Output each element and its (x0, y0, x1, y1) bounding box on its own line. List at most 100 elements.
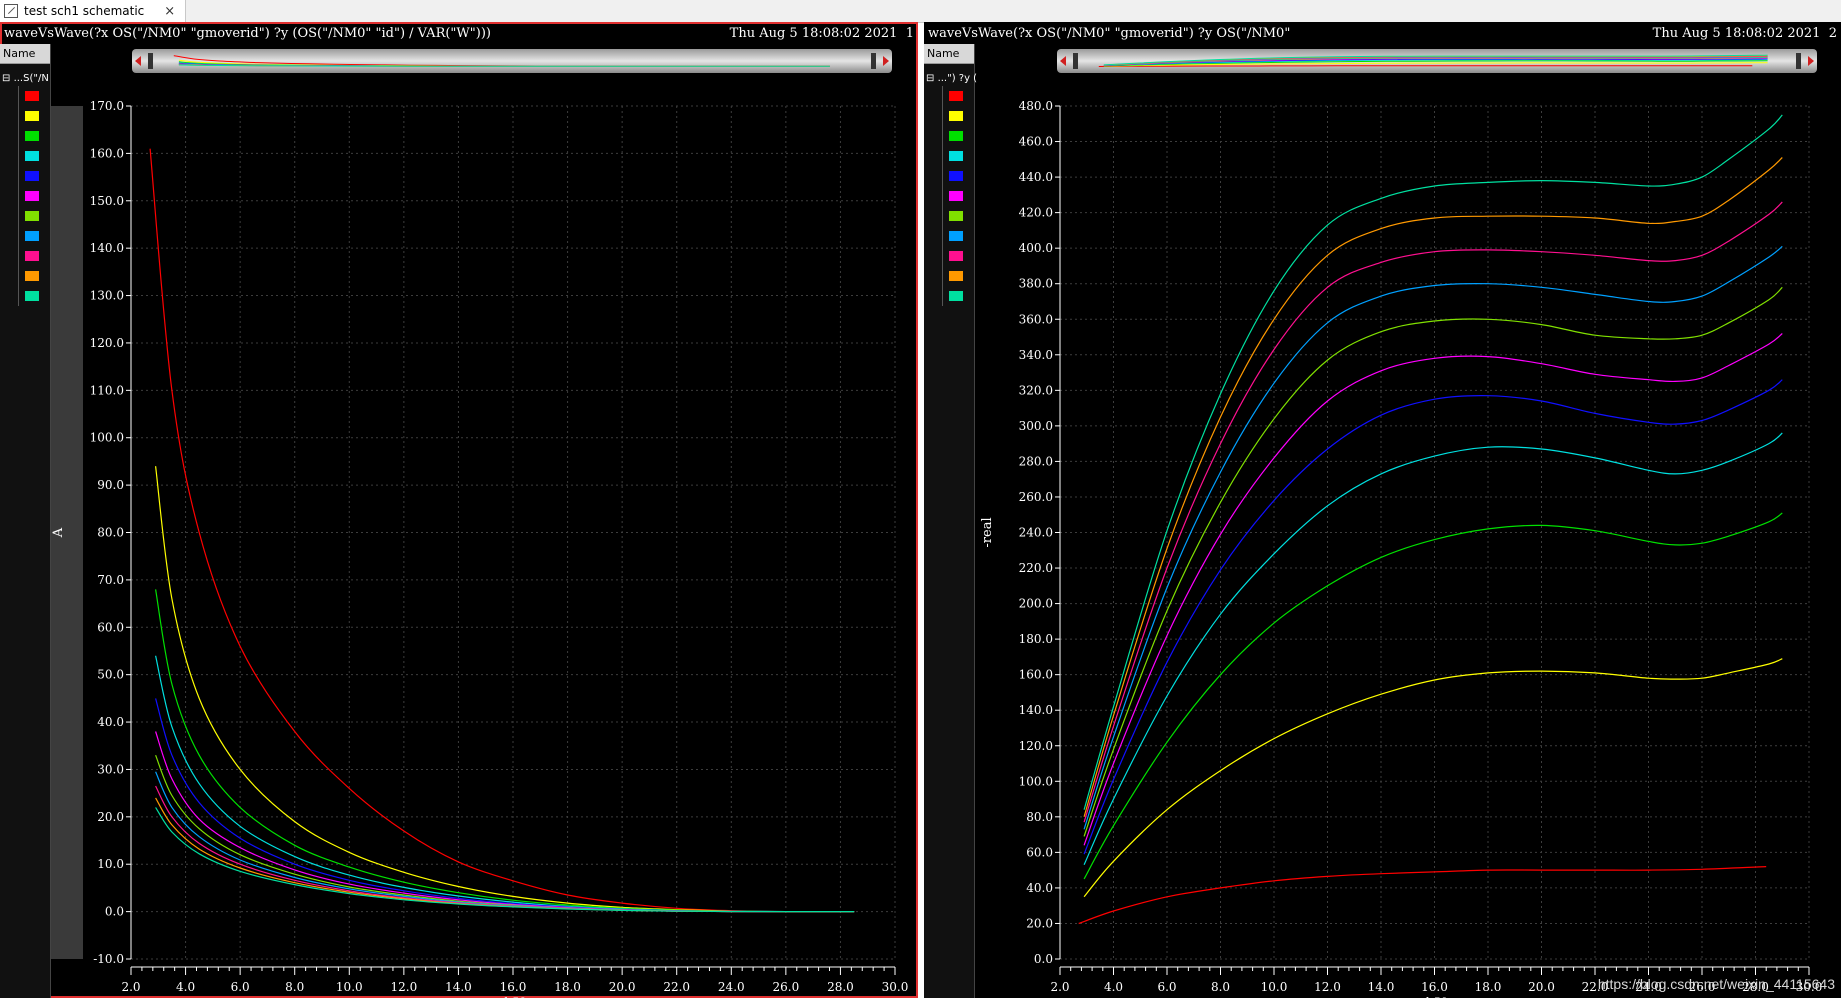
series-line-6 (155, 731, 855, 913)
graph-window-2[interactable]: waveVsWave(?x OS("/NM0" "gmoverid") ?y O… (924, 22, 1841, 998)
x-tick-label: 6.0 (1157, 980, 1176, 994)
y-tick-label: 340.0 (1019, 348, 1053, 362)
graph-window-1[interactable]: waveVsWave(?x OS("/NM0" "gmoverid") ?y (… (0, 22, 918, 998)
y-tick-label: 20.0 (97, 810, 124, 824)
x-tick-label: 30.0 (882, 980, 909, 994)
tab-schematic[interactable]: test sch1 schematic × (0, 0, 187, 22)
series-line-7 (155, 754, 855, 913)
y-tick-label: 160.0 (1019, 668, 1053, 682)
series-line-3 (1083, 512, 1783, 880)
tab-bar: test sch1 schematic × (0, 0, 1841, 23)
x-tick-label: 8.0 (1211, 980, 1230, 994)
y-tick-label: 90.0 (97, 478, 124, 492)
x-tick-label: 16.0 (500, 980, 527, 994)
x-tick-label: 10.0 (1261, 980, 1288, 994)
x-tick-label: 26.0 (772, 980, 799, 994)
y-tick-label: 480.0 (1019, 99, 1053, 113)
y-tick-label: 180.0 (1019, 632, 1053, 646)
series-line-8 (1083, 245, 1783, 830)
y-tick-label: 70.0 (97, 573, 124, 587)
series-line-5 (155, 698, 855, 913)
y-tick-label: 150.0 (90, 194, 124, 208)
y-tick-label: 460.0 (1019, 135, 1053, 149)
x-tick-label: 2.0 (1050, 980, 1069, 994)
x-tick-label: 24.0 (718, 980, 745, 994)
y-tick-label: 380.0 (1019, 277, 1053, 291)
y-tick-label: 140.0 (90, 241, 124, 255)
x-tick-label: 2.0 (121, 980, 140, 994)
series-line-2 (1083, 658, 1783, 898)
y-tick-label: 20.0 (1026, 916, 1053, 930)
series-line-7 (1083, 286, 1783, 837)
x-tick-label: 28.0 (827, 980, 854, 994)
y-tick-label: 80.0 (1026, 810, 1053, 824)
y-tick-label: 120.0 (1019, 739, 1053, 753)
y-tick-label: 100.0 (1019, 774, 1053, 788)
plot-area[interactable]: 0.0 20.0 40.0 60.0 80.0 100.0 120.0 140.0 160.0 1… (924, 22, 1841, 998)
x-tick-label: 8.0 (285, 980, 304, 994)
series-line-9 (1083, 201, 1783, 823)
y-tick-label: 10.0 (97, 857, 124, 871)
y-tick-label: 220.0 (1019, 561, 1053, 575)
x-tick-label: 12.0 (390, 980, 417, 994)
series-line-11 (1083, 114, 1783, 810)
y-tick-label: 160.0 (90, 146, 124, 160)
y-tick-label: 80.0 (97, 526, 124, 540)
y-axis-label: -real (980, 517, 995, 547)
y-tick-label: 120.0 (90, 336, 124, 350)
x-tick-label: 18.0 (1475, 980, 1502, 994)
y-tick-label: 260.0 (1019, 490, 1053, 504)
x-tick-label: 20.0 (1528, 980, 1555, 994)
y-tick-label: 40.0 (1026, 881, 1053, 895)
schematic-icon (4, 4, 18, 18)
y-tick-label: 320.0 (1019, 383, 1053, 397)
y-tick-label: 50.0 (97, 668, 124, 682)
y-tick-label: 360.0 (1019, 312, 1053, 326)
x-tick-label: 16.0 (1421, 980, 1448, 994)
x-tick-label: 20.0 (609, 980, 636, 994)
y-tick-label: 60.0 (97, 620, 124, 634)
series-line-4 (1083, 432, 1783, 866)
y-tick-label: 300.0 (1019, 419, 1053, 433)
y-tick-label: 0.0 (1034, 952, 1053, 966)
series-line-4 (155, 655, 855, 913)
x-tick-label: 14.0 (445, 980, 472, 994)
x-tick-label: 4.0 (176, 980, 195, 994)
y-tick-label: -10.0 (93, 952, 124, 966)
close-icon[interactable]: × (164, 4, 175, 19)
y-tick-label: 30.0 (97, 762, 124, 776)
tab-title: test sch1 schematic (24, 4, 145, 18)
grid (130, 105, 896, 960)
plot-area[interactable]: -10.0 0.0 10.0 20.0 30.0 40.0 50.0 60.0 70.0 80.0… (0, 22, 918, 998)
y-tick-label: 400.0 (1019, 241, 1053, 255)
series-line-10 (1083, 157, 1783, 817)
y-tick-label: 110.0 (90, 383, 124, 397)
x-tick-label: 12.0 (1314, 980, 1341, 994)
y-axis-label: A (51, 527, 66, 538)
series-line-5 (1083, 379, 1783, 855)
series-line-10 (155, 797, 855, 913)
series-line-1 (149, 148, 855, 913)
y-tick-label: 140.0 (1019, 703, 1053, 717)
y-tick-label: 170.0 (90, 99, 124, 113)
series-line-11 (155, 807, 855, 913)
x-tick-label: 18.0 (554, 980, 581, 994)
y-tick-label: 0.0 (105, 905, 124, 919)
series-line-6 (1083, 333, 1783, 846)
x-tick-label: 4.0 (1104, 980, 1123, 994)
y-tick-label: 420.0 (1019, 206, 1053, 220)
series-line-2 (155, 466, 855, 913)
y-tick-label: 280.0 (1019, 454, 1053, 468)
y-tick-label: 200.0 (1019, 597, 1053, 611)
x-tick-label: 22.0 (663, 980, 690, 994)
y-tick-label: 100.0 (90, 431, 124, 445)
series-line-1 (1078, 866, 1767, 925)
x-tick-label: 6.0 (231, 980, 250, 994)
y-tick-label: 130.0 (90, 289, 124, 303)
y-tick-label: 440.0 (1019, 170, 1053, 184)
x-tick-label: 10.0 (336, 980, 363, 994)
y-tick-label: 240.0 (1019, 526, 1053, 540)
watermark: https://blog.csdn.net/weixin_44115643 (1597, 976, 1835, 992)
y-tick-label: 60.0 (1026, 845, 1053, 859)
x-tick-label: 14.0 (1368, 980, 1395, 994)
